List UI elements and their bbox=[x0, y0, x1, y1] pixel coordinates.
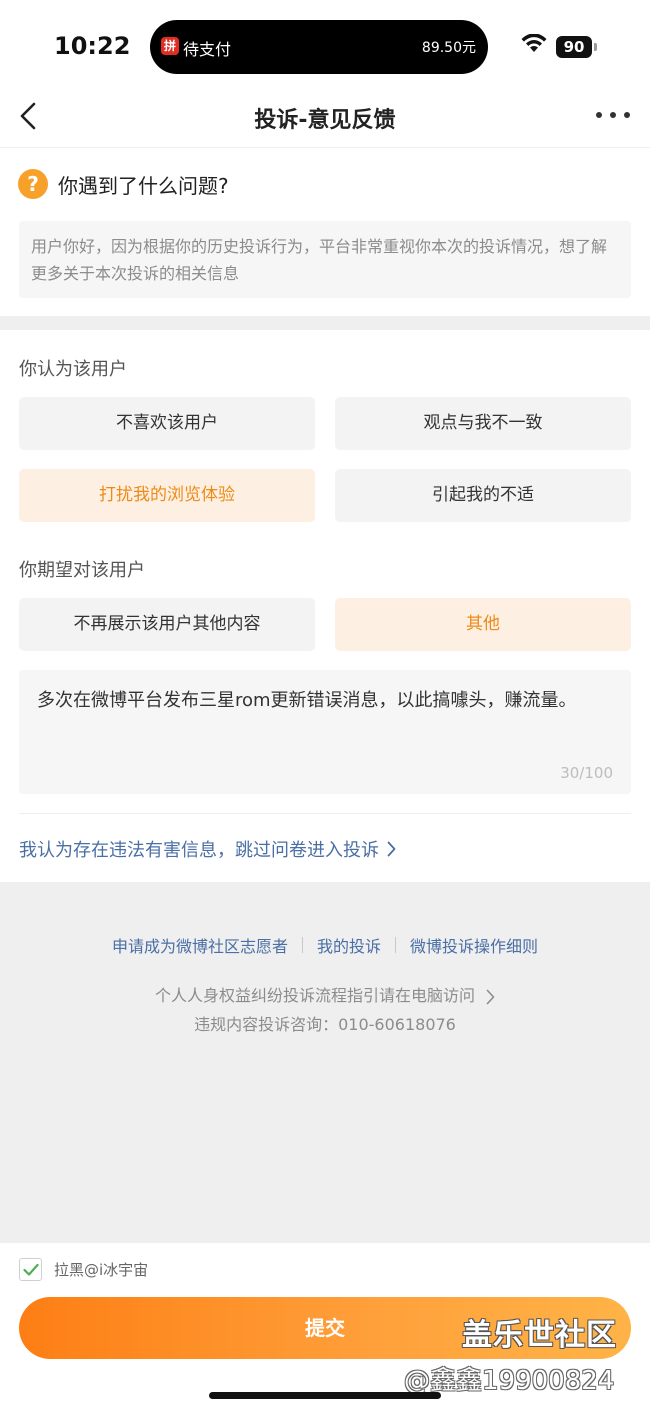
option-disturb-browsing[interactable]: 打扰我的浏览体验 bbox=[19, 469, 315, 522]
option-hide-user-content[interactable]: 不再展示该用户其他内容 bbox=[19, 598, 315, 651]
chevron-right-icon bbox=[486, 989, 495, 1004]
guide-text: 个人人身权益纠纷投诉流程指引请在电脑访问 bbox=[154, 986, 475, 1005]
link-separator bbox=[301, 937, 303, 953]
chevron-right-icon bbox=[387, 841, 396, 857]
page-title: 投诉-意见反馈 bbox=[254, 108, 396, 133]
more-dot-icon bbox=[624, 112, 630, 118]
question-title: 你遇到了什么问题? bbox=[58, 173, 229, 198]
more-dot-icon bbox=[596, 112, 602, 118]
comment-textarea[interactable]: 多次在微博平台发布三星rom更新错误消息，以此搞噱头，赚流量。 30/100 bbox=[19, 670, 631, 794]
battery-indicator: 90 bbox=[556, 36, 592, 58]
skip-link-label: 我认为存在违法有害信息，跳过问卷进入投诉 bbox=[19, 840, 379, 861]
back-arrow-icon[interactable] bbox=[14, 100, 46, 132]
divider-line bbox=[19, 813, 631, 814]
option-dislike-user[interactable]: 不喜欢该用户 bbox=[19, 397, 315, 450]
char-counter: 30/100 bbox=[560, 764, 613, 782]
option-different-views[interactable]: 观点与我不一致 bbox=[335, 397, 631, 450]
footer-links: 申请成为微博社区志愿者 我的投诉 微博投诉操作细则 bbox=[0, 933, 650, 957]
personal-rights-guide-link[interactable]: 个人人身权益纠纷投诉流程指引请在电脑访问 bbox=[0, 982, 650, 1006]
dynamic-island[interactable]: 拼 待支付 89.50元 bbox=[150, 20, 488, 74]
home-indicator[interactable] bbox=[209, 1392, 441, 1399]
complaint-hotline: 违规内容投诉咨询：010-60618076 bbox=[194, 1015, 456, 1034]
section-label-opinion: 你认为该用户 bbox=[19, 359, 127, 380]
more-options-button[interactable] bbox=[596, 104, 630, 126]
block-user-checkbox[interactable] bbox=[19, 1258, 42, 1281]
wifi-icon bbox=[521, 34, 547, 52]
notice-text: 用户你好，因为根据你的历史投诉行为，平台非常重视你本次的投诉情况，想了解更多关于… bbox=[19, 221, 631, 298]
comment-text: 多次在微博平台发布三星rom更新错误消息，以此搞噱头，赚流量。 bbox=[37, 690, 577, 711]
skip-to-complaint-link[interactable]: 我认为存在违法有害信息，跳过问卷进入投诉 bbox=[19, 836, 396, 862]
checkmark-icon bbox=[23, 1263, 39, 1276]
option-other[interactable]: 其他 bbox=[335, 598, 631, 651]
link-volunteer[interactable]: 申请成为微博社区志愿者 bbox=[112, 933, 288, 957]
status-bar: 10:22 拼 待支付 89.50元 90 bbox=[0, 0, 650, 92]
status-time: 10:22 bbox=[54, 32, 131, 60]
option-discomfort[interactable]: 引起我的不适 bbox=[335, 469, 631, 522]
section-divider bbox=[0, 316, 650, 330]
block-user-label: 拉黑@i冰宇宙 bbox=[54, 1261, 149, 1279]
watermark-community: 盖乐世社区 bbox=[462, 1318, 617, 1353]
block-user-option[interactable]: 拉黑@i冰宇宙 bbox=[19, 1258, 148, 1281]
island-status-text: 待支付 bbox=[183, 40, 232, 59]
link-my-complaints[interactable]: 我的投诉 bbox=[317, 933, 381, 957]
question-mark-icon: ? bbox=[18, 169, 48, 199]
question-header: ? 你遇到了什么问题? bbox=[18, 166, 229, 202]
section-label-expectation: 你期望对该用户 bbox=[19, 560, 145, 581]
link-complaint-rules[interactable]: 微博投诉操作细则 bbox=[410, 933, 538, 957]
shopping-app-icon: 拼 bbox=[161, 37, 179, 55]
more-dot-icon bbox=[610, 112, 616, 118]
nav-bar: 投诉-意见反馈 bbox=[0, 92, 650, 148]
link-separator bbox=[395, 937, 396, 953]
island-amount: 89.50元 bbox=[421, 40, 476, 56]
battery-tip bbox=[594, 43, 597, 51]
